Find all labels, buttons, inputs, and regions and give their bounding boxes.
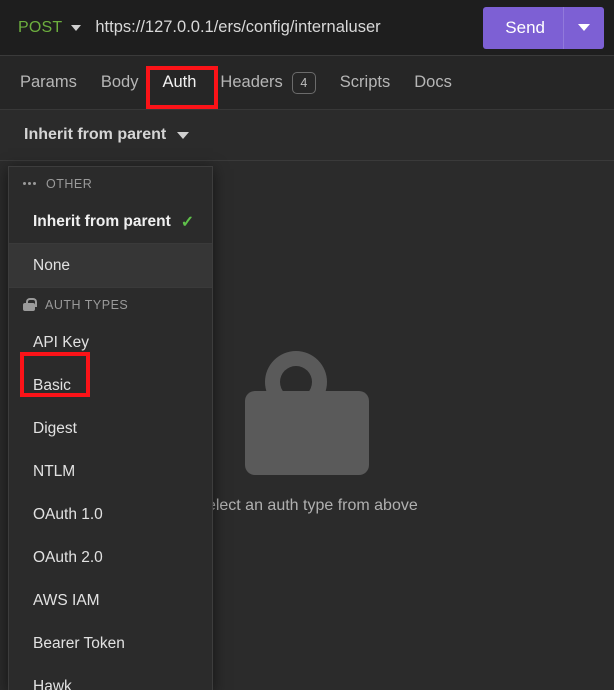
dropdown-item-label: None <box>33 256 71 274</box>
dropdown-item-label: Basic <box>33 376 71 394</box>
dropdown-item-bearer-token[interactable]: Bearer Token <box>9 622 212 665</box>
dropdown-item-label: API Key <box>33 333 89 351</box>
padlock-body <box>245 391 369 475</box>
lock-icon <box>23 298 37 311</box>
dropdown-item-label: AWS IAM <box>33 591 100 609</box>
send-options-button[interactable] <box>564 24 604 31</box>
tab-params[interactable]: Params <box>8 56 89 110</box>
request-editor: POST https://127.0.0.1/ers/config/intern… <box>0 0 614 690</box>
dropdown-item-inherit-from-parent[interactable]: Inherit from parent ✓ <box>9 200 212 243</box>
dropdown-item-digest[interactable]: Digest <box>9 407 212 450</box>
dropdown-section-auth-types: AUTH TYPES <box>9 288 212 321</box>
tab-label: Auth <box>162 73 197 91</box>
check-icon: ✓ <box>180 213 195 231</box>
dropdown-item-basic[interactable]: Basic <box>9 364 212 407</box>
dropdown-item-ntlm[interactable]: NTLM <box>9 450 212 493</box>
dropdown-item-oauth-2-0[interactable]: OAuth 2.0 <box>9 536 212 579</box>
tab-headers[interactable]: Headers 4 <box>208 56 327 110</box>
dropdown-item-oauth-1-0[interactable]: OAuth 1.0 <box>9 493 212 536</box>
url-bar: POST https://127.0.0.1/ers/config/intern… <box>0 0 614 56</box>
dropdown-item-label: Inherit from parent <box>33 212 171 230</box>
tab-label: Docs <box>414 73 452 91</box>
tab-body[interactable]: Body <box>89 56 151 110</box>
tab-scripts[interactable]: Scripts <box>328 56 402 110</box>
ellipsis-icon <box>23 182 36 185</box>
tab-label: Scripts <box>339 73 391 91</box>
dropdown-item-api-key[interactable]: API Key <box>9 321 212 364</box>
dropdown-item-aws-iam[interactable]: AWS IAM <box>9 579 212 622</box>
auth-type-chevron-down-icon <box>177 131 190 139</box>
tab-label: Body <box>100 73 139 91</box>
open-padlock-icon <box>245 351 369 475</box>
auth-type-selected-label: Inherit from parent <box>24 126 167 143</box>
auth-type-dropdown-menu[interactable]: OTHER Inherit from parent ✓ None AUTH TY… <box>8 166 213 690</box>
dropdown-item-label: OAuth 1.0 <box>33 505 103 523</box>
dropdown-item-hawk[interactable]: Hawk <box>9 665 212 690</box>
dropdown-item-label: Hawk <box>33 677 72 690</box>
dropdown-item-label: Bearer Token <box>33 634 125 652</box>
dropdown-item-label: NTLM <box>33 462 76 480</box>
url-input[interactable]: https://127.0.0.1/ers/config/internaluse… <box>95 18 483 37</box>
method-chevron-down-icon[interactable] <box>71 24 82 31</box>
tab-label: Headers <box>220 73 283 91</box>
request-tabs: Params Body Auth Headers 4 Scripts Docs <box>0 56 614 110</box>
send-chevron-down-icon <box>578 24 590 31</box>
tab-docs[interactable]: Docs <box>402 56 464 110</box>
send-button-label: Send <box>505 17 545 37</box>
section-label: OTHER <box>46 176 93 191</box>
dropdown-item-none[interactable]: None <box>9 244 212 287</box>
tab-auth[interactable]: Auth <box>150 56 208 110</box>
auth-type-selector[interactable]: Inherit from parent <box>0 110 614 161</box>
dropdown-item-label: OAuth 2.0 <box>33 548 103 566</box>
section-label: AUTH TYPES <box>45 297 129 312</box>
dropdown-item-label: Digest <box>33 419 77 437</box>
headers-count-badge: 4 <box>291 71 316 94</box>
http-method-label[interactable]: POST <box>18 19 62 37</box>
send-button[interactable]: Send <box>483 6 604 49</box>
empty-state-hint: Select an auth type from above <box>196 497 418 514</box>
tab-label: Params <box>20 73 77 91</box>
dropdown-section-other: OTHER <box>9 167 212 200</box>
